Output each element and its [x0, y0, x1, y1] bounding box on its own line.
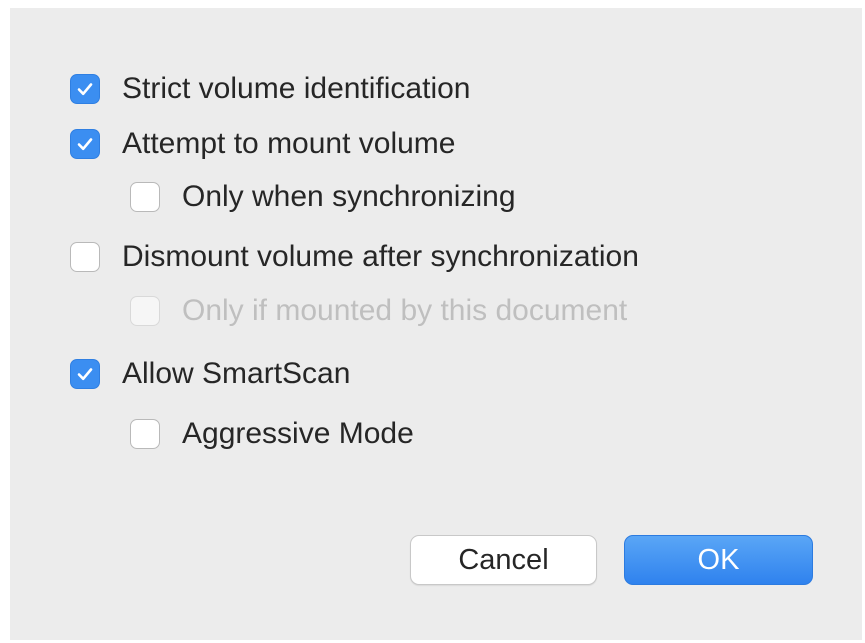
strict-volume-identification-checkbox[interactable]	[70, 74, 100, 104]
allow-smartscan-checkbox[interactable]	[70, 359, 100, 389]
options-dialog: Strict volume identification Attempt to …	[10, 8, 862, 640]
allow-smartscan-option[interactable]: Allow SmartScan	[70, 354, 350, 394]
attempt-to-mount-volume-label: Attempt to mount volume	[122, 127, 456, 160]
attempt-to-mount-volume-option[interactable]: Attempt to mount volume	[70, 124, 456, 164]
only-when-synchronizing-checkbox[interactable]	[130, 182, 160, 212]
only-when-synchronizing-label: Only when synchronizing	[182, 180, 516, 213]
cancel-button[interactable]: Cancel	[410, 535, 597, 585]
aggressive-mode-label: Aggressive Mode	[182, 417, 414, 450]
dismount-volume-label: Dismount volume after synchronization	[122, 240, 639, 273]
only-if-mounted-label: Only if mounted by this document	[182, 294, 628, 327]
ok-button[interactable]: OK	[624, 535, 813, 585]
only-if-mounted-checkbox	[130, 296, 160, 326]
dismount-volume-checkbox[interactable]	[70, 242, 100, 272]
allow-smartscan-label: Allow SmartScan	[122, 357, 351, 390]
attempt-to-mount-volume-checkbox[interactable]	[70, 129, 100, 159]
dismount-volume-option[interactable]: Dismount volume after synchronization	[70, 237, 639, 277]
aggressive-mode-option[interactable]: Aggressive Mode	[130, 414, 414, 454]
aggressive-mode-checkbox[interactable]	[130, 419, 160, 449]
checkmark-icon	[77, 83, 93, 96]
only-if-mounted-option: Only if mounted by this document	[130, 291, 627, 331]
strict-volume-identification-label: Strict volume identification	[122, 72, 471, 105]
strict-volume-identification-option[interactable]: Strict volume identification	[70, 69, 471, 109]
checkmark-icon	[77, 368, 93, 381]
checkmark-icon	[77, 138, 93, 151]
only-when-synchronizing-option[interactable]: Only when synchronizing	[130, 177, 516, 217]
